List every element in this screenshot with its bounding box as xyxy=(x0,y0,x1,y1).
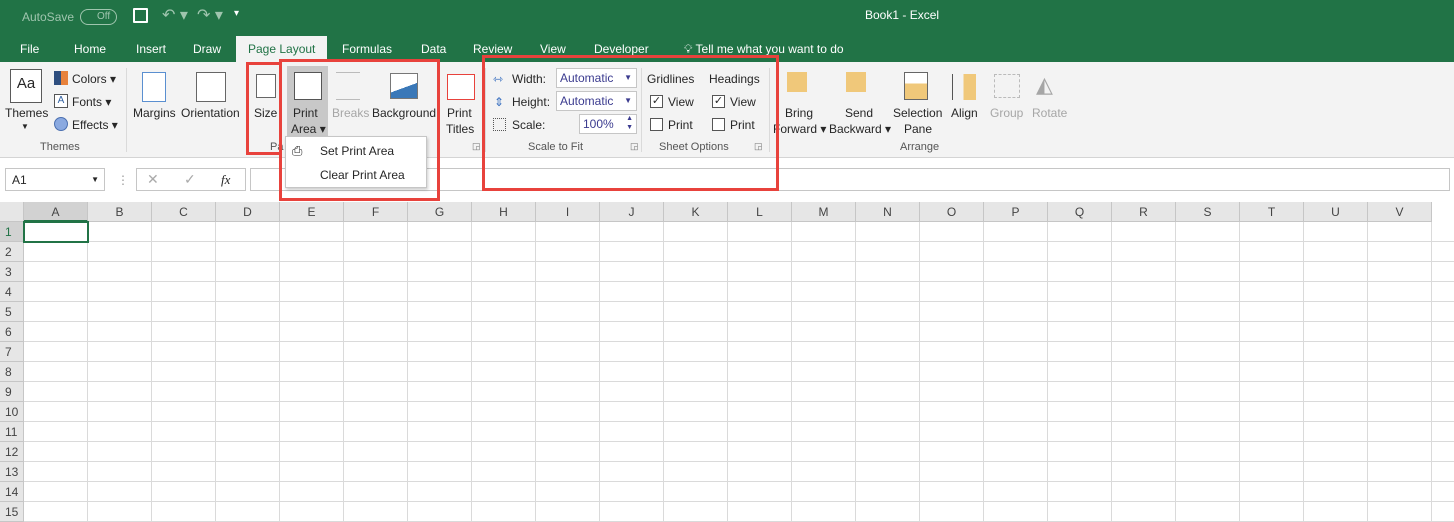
column-header[interactable]: D xyxy=(216,202,280,222)
column-header[interactable]: F xyxy=(344,202,408,222)
column-header[interactable]: B xyxy=(88,202,152,222)
send-backward-button[interactable]: Send xyxy=(845,106,873,120)
row-header[interactable]: 13 xyxy=(0,462,24,482)
undo-icon[interactable]: ↶ ▾ xyxy=(162,5,188,25)
column-header[interactable]: J xyxy=(600,202,664,222)
selection-pane-label: Pane xyxy=(904,122,933,136)
dialog-launcher-icon[interactable]: ◲ xyxy=(472,141,481,152)
row-header[interactable]: 8 xyxy=(0,362,24,382)
row-header[interactable]: 6 xyxy=(0,322,24,342)
highlight-scale-sheet-options xyxy=(482,55,779,191)
themes-icon[interactable]: Aa xyxy=(10,69,42,103)
row-header[interactable]: 11 xyxy=(0,422,24,442)
column-header[interactable]: C xyxy=(152,202,216,222)
row-header[interactable]: 3 xyxy=(0,262,24,282)
column-header[interactable]: M xyxy=(792,202,856,222)
insert-function-icon[interactable]: fx xyxy=(221,172,230,188)
highlight-print-area xyxy=(279,59,440,201)
column-header[interactable]: V xyxy=(1368,202,1432,222)
active-cell[interactable] xyxy=(23,221,89,243)
row-header[interactable]: 14 xyxy=(0,482,24,502)
selection-pane-icon xyxy=(904,72,928,100)
rotate-icon: ◭ xyxy=(1036,72,1053,97)
row-header[interactable]: 4 xyxy=(0,282,24,302)
column-header[interactable]: R xyxy=(1112,202,1176,222)
autosave-toggle[interactable]: Off xyxy=(80,9,117,25)
save-icon[interactable] xyxy=(133,8,148,23)
orientation-button[interactable]: Orientation xyxy=(181,106,240,120)
row-header[interactable]: 15 xyxy=(0,502,24,522)
group-icon xyxy=(994,74,1020,98)
column-header[interactable]: H xyxy=(472,202,536,222)
bring-forward-label: Forward ▾ xyxy=(773,122,827,136)
column-header[interactable]: Q xyxy=(1048,202,1112,222)
lightbulb-icon: 💡︎ xyxy=(684,42,696,56)
chevron-down-icon: ▼ xyxy=(21,122,29,131)
tab-file[interactable]: File xyxy=(8,36,51,62)
column-header[interactable]: K xyxy=(664,202,728,222)
column-header[interactable]: E xyxy=(280,202,344,222)
divider xyxy=(126,68,127,152)
row-header[interactable]: 7 xyxy=(0,342,24,362)
fonts-icon: A xyxy=(54,94,68,108)
group-button[interactable]: Group xyxy=(990,106,1023,120)
align-icon xyxy=(952,74,976,100)
print-titles-icon xyxy=(447,74,475,100)
themes-group-label: Themes xyxy=(40,141,80,153)
column-header[interactable]: S xyxy=(1176,202,1240,222)
column-header[interactable]: P xyxy=(984,202,1048,222)
colors-icon xyxy=(54,71,68,85)
redo-icon[interactable]: ↷ ▾ xyxy=(197,5,223,25)
effects-button[interactable]: Effects ▾ xyxy=(72,118,118,132)
select-all-button[interactable] xyxy=(0,202,24,222)
themes-button[interactable]: Themes xyxy=(5,106,48,120)
column-header[interactable]: N xyxy=(856,202,920,222)
row-header[interactable]: 1 xyxy=(0,222,24,242)
title-bar: AutoSave Off ↶ ▾ ↷ ▾ ▾ Book1 - Excel xyxy=(0,0,1454,36)
cancel-icon[interactable]: ✕ xyxy=(147,171,159,188)
column-header[interactable]: G xyxy=(408,202,472,222)
column-header[interactable]: A xyxy=(24,202,88,222)
bring-forward-icon xyxy=(787,72,807,92)
selection-pane-button[interactable]: Selection xyxy=(893,106,942,120)
row-header[interactable]: 5 xyxy=(0,302,24,322)
rotate-button[interactable]: Rotate xyxy=(1032,106,1067,120)
tab-draw[interactable]: Draw xyxy=(181,36,233,62)
margins-button[interactable]: Margins xyxy=(133,106,176,120)
column-header[interactable]: T xyxy=(1240,202,1304,222)
bring-forward-button[interactable]: Bring xyxy=(785,106,813,120)
enter-icon[interactable]: ✓ xyxy=(184,171,196,188)
cell-grid[interactable] xyxy=(24,222,1454,522)
column-header[interactable]: O xyxy=(920,202,984,222)
tab-insert[interactable]: Insert xyxy=(124,36,178,62)
send-backward-icon xyxy=(846,72,866,92)
tab-home[interactable]: Home xyxy=(62,36,118,62)
margins-icon xyxy=(142,72,166,102)
orientation-icon xyxy=(196,72,226,102)
highlight-size xyxy=(246,62,282,155)
effects-icon xyxy=(54,117,68,131)
window-title: Book1 - Excel xyxy=(865,8,940,22)
column-header[interactable]: I xyxy=(536,202,600,222)
arrange-group-label: Arrange xyxy=(900,141,940,153)
print-titles-label: Titles xyxy=(446,122,475,136)
send-backward-label: Backward ▾ xyxy=(829,122,892,136)
print-titles-button[interactable]: Print xyxy=(447,106,472,120)
row-header[interactable]: 12 xyxy=(0,442,24,462)
align-button[interactable]: Align xyxy=(951,106,978,120)
name-box[interactable]: A1 ▼ xyxy=(5,168,105,191)
row-header[interactable]: 9 xyxy=(0,382,24,402)
colors-button[interactable]: Colors ▾ xyxy=(72,72,116,86)
more-icon: ⋮ xyxy=(117,173,129,187)
autosave-label: AutoSave xyxy=(22,10,75,24)
row-header[interactable]: 10 xyxy=(0,402,24,422)
customize-qat-icon[interactable]: ▾ xyxy=(234,8,239,19)
fonts-button[interactable]: Fonts ▾ xyxy=(72,95,111,109)
column-header[interactable]: U xyxy=(1304,202,1368,222)
row-header[interactable]: 2 xyxy=(0,242,24,262)
column-header[interactable]: L xyxy=(728,202,792,222)
